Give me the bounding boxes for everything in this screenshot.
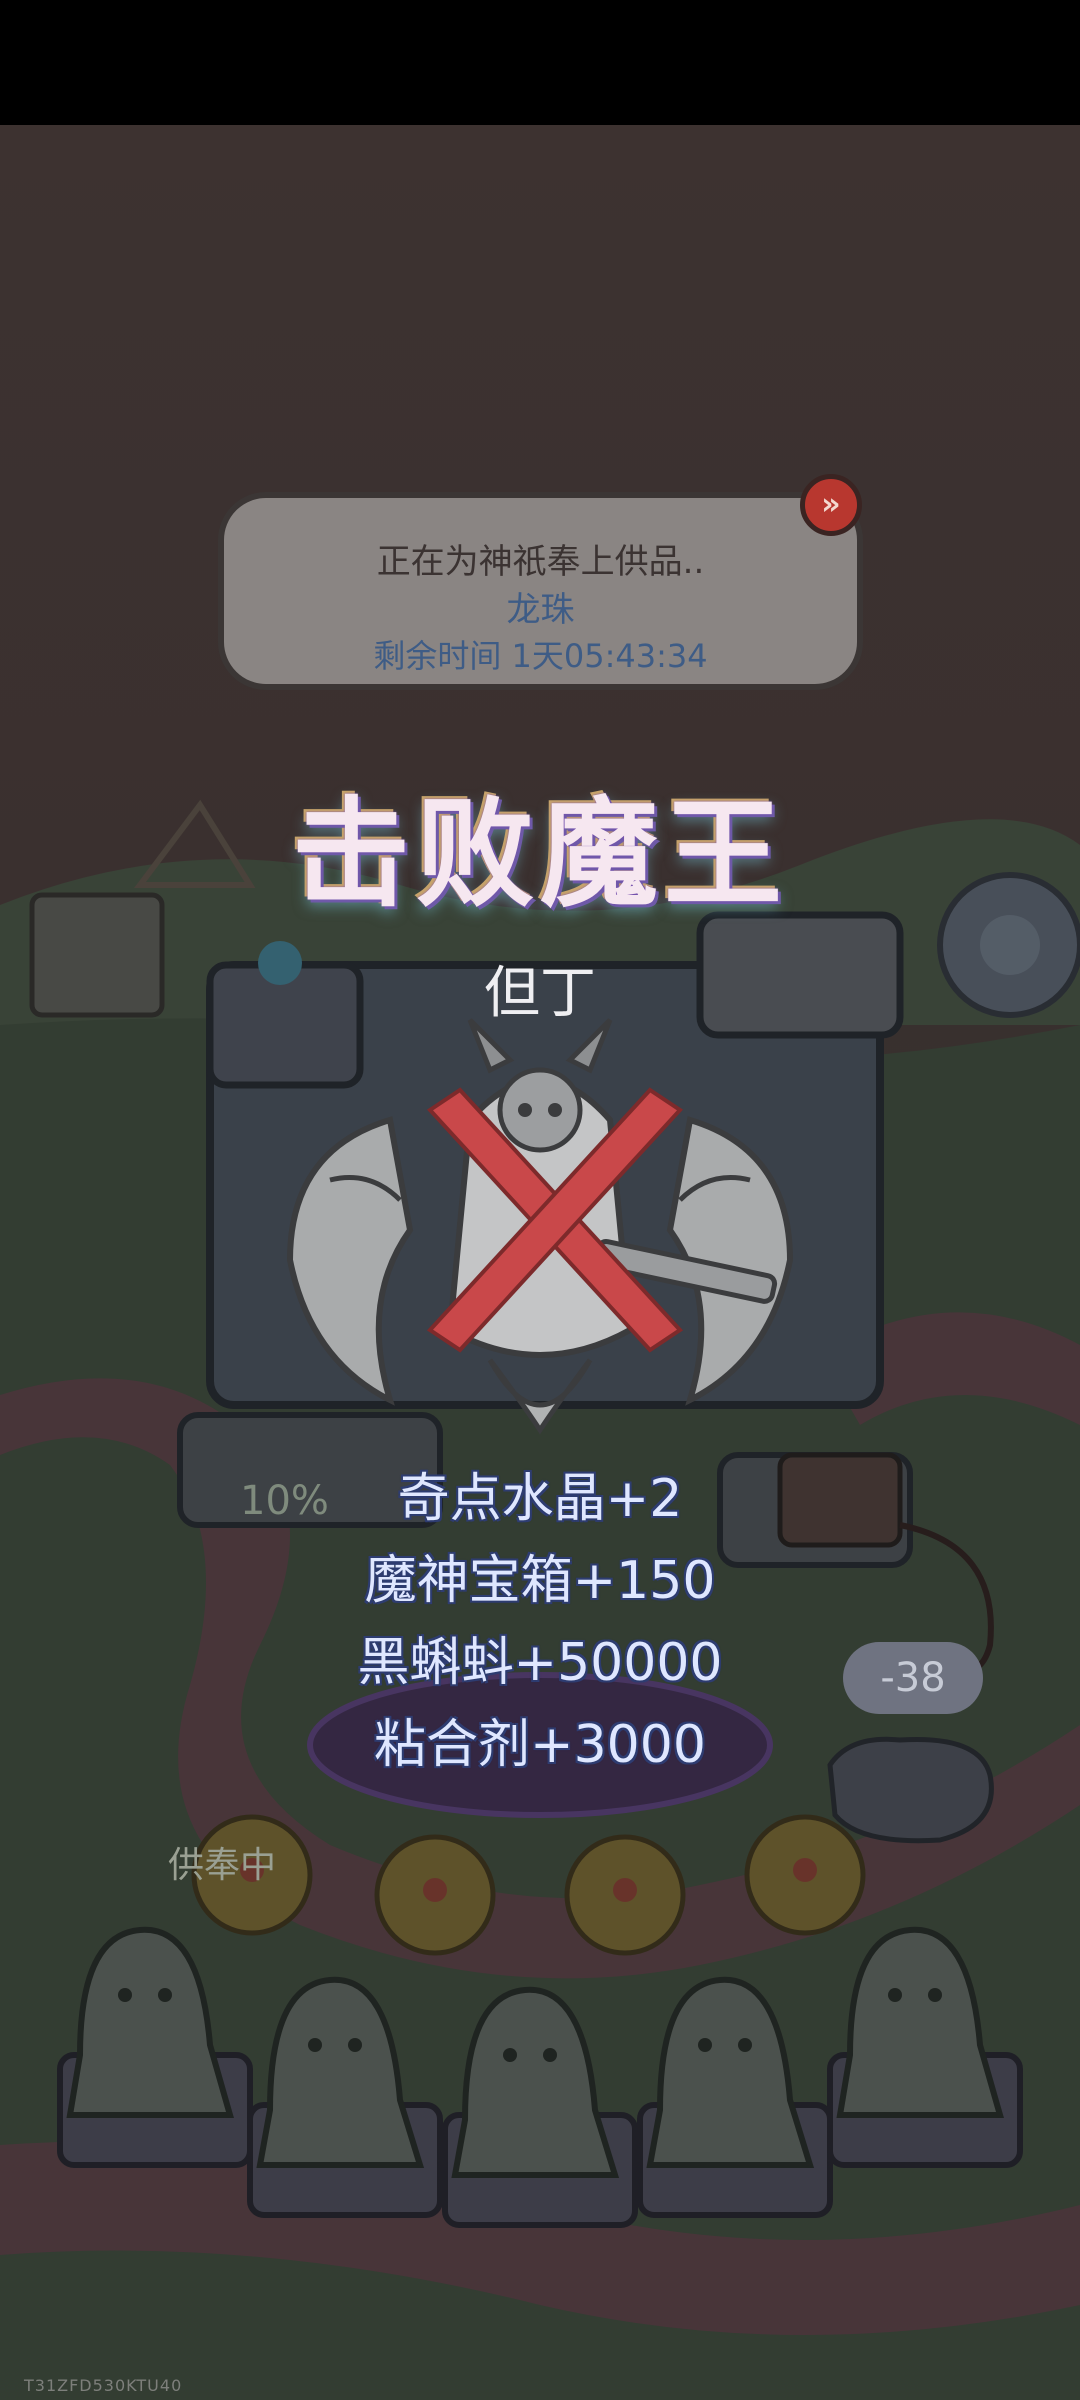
fast-forward-button[interactable]: » [800,474,862,536]
defeated-boss-image [286,1018,794,1435]
reward-item: 奇点水晶+2 [397,1469,683,1529]
reward-item: 粘合剂+3000 [374,1715,706,1775]
offering-item-name: 龙珠 [506,590,575,630]
offering-panel: 正在为神祇奉上供品.. 龙珠 剩余时间 1天05:43:34 [218,492,863,690]
reward-item: 黑蝌蚪+50000 [357,1633,723,1693]
offering-timer: 剩余时间 1天05:43:34 [373,637,708,675]
device-id-watermark: T31ZFD530KTU40 [24,2376,183,2395]
offering-status-text: 正在为神祇奉上供品.. [376,542,705,582]
fast-forward-icon: » [821,487,841,522]
rewards-list: 奇点水晶+2 魔神宝箱+150 黑蝌蚪+50000 粘合剂+3000 [0,1458,1080,1786]
offering-tag: 供奉中 [168,1845,277,1886]
defeat-boss-title: 击败魔王 [291,785,788,923]
status-bar [0,0,1080,125]
reward-item: 魔神宝箱+150 [364,1551,716,1611]
